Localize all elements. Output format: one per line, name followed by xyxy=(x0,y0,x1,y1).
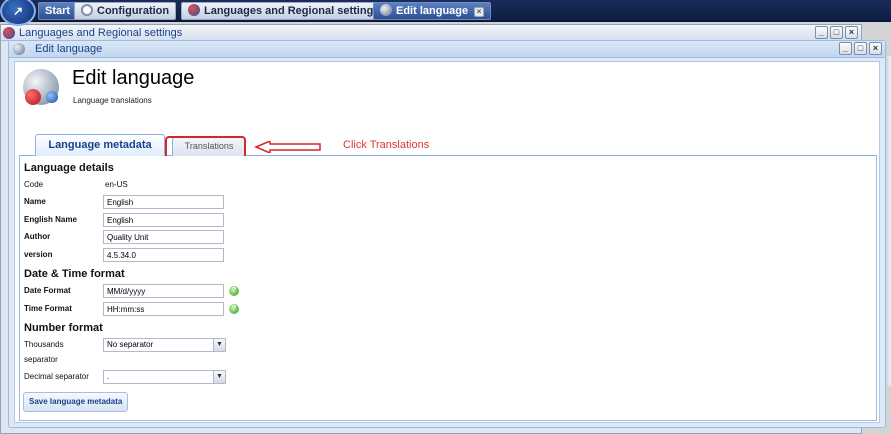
section-language-details: Language details xyxy=(24,162,114,174)
window-body: Edit language Language translations Lang… xyxy=(14,61,880,423)
tab-language-metadata[interactable]: Language metadata xyxy=(35,134,165,157)
edit-language-window: Edit language _ □ × Edit language Langua… xyxy=(8,40,886,428)
version-label: version xyxy=(24,250,53,259)
decimal-separator-select[interactable]: . ▼ xyxy=(103,370,226,384)
close-button[interactable]: × xyxy=(845,26,858,39)
section-number-format: Number format xyxy=(24,322,103,334)
save-language-metadata-button[interactable]: Save language metadata xyxy=(23,392,129,412)
decimal-separator-value: . xyxy=(107,372,110,381)
globe-icon xyxy=(3,27,15,39)
minimize-button[interactable]: _ xyxy=(839,42,852,55)
maximize-button[interactable]: □ xyxy=(854,42,867,55)
search-icon xyxy=(81,4,93,16)
help-icon[interactable]: ? xyxy=(229,304,239,314)
thousands-separator-value: No separator xyxy=(107,340,154,349)
chevron-down-icon[interactable]: ▼ xyxy=(213,371,225,383)
background-window-titlebar[interactable]: Languages and Regional settings _ □ × xyxy=(1,25,861,41)
tab-strip: Language metadata Translations xyxy=(19,134,877,157)
language-metadata-panel: Language details Code en-US Name English… xyxy=(19,156,877,421)
thousands-separator-select[interactable]: No separator ▼ xyxy=(103,338,226,352)
close-icon[interactable]: × xyxy=(474,7,485,17)
chevron-down-icon[interactable]: ▼ xyxy=(213,339,225,351)
background-window-title: Languages and Regional settings xyxy=(19,27,183,39)
date-format-label: Date Format xyxy=(24,286,71,295)
author-label: Author xyxy=(24,232,51,241)
thousands-separator-label-line2: separator xyxy=(24,355,58,364)
close-button[interactable]: × xyxy=(869,42,882,55)
window-title: Edit language xyxy=(35,43,103,55)
help-icon[interactable]: ? xyxy=(229,286,239,296)
arrow-icon xyxy=(254,141,321,153)
taskbar-item-edit-language[interactable]: Edit language × xyxy=(373,2,492,20)
time-format-label: Time Format xyxy=(24,304,72,313)
taskbar-item-configuration[interactable]: Configuration xyxy=(74,2,177,20)
language-settings-icon xyxy=(23,69,59,105)
edit-language-icon xyxy=(13,43,25,55)
time-format-field[interactable] xyxy=(103,302,224,316)
taskbar-item-label: Edit language xyxy=(396,5,469,17)
window-titlebar[interactable]: Edit language _ □ × xyxy=(9,41,885,58)
page-subtitle: Language translations xyxy=(73,96,152,105)
code-value: en-US xyxy=(105,180,128,189)
scrollbar-edge xyxy=(886,56,891,386)
name-label: Name xyxy=(24,197,46,206)
taskbar-item-label: Configuration xyxy=(97,5,170,17)
callout-text: Click Translations xyxy=(343,139,430,151)
english-name-field[interactable] xyxy=(103,213,224,227)
taskbar-item-languages[interactable]: Languages and Regional settings× xyxy=(181,2,403,20)
decimal-separator-label: Decimal separator xyxy=(24,372,89,381)
english-name-label: English Name xyxy=(24,215,77,224)
taskbar: ↗ Start Configuration Languages and Regi… xyxy=(0,0,891,26)
section-date-time-format: Date & Time format xyxy=(24,268,125,280)
thousands-separator-label: Thousands xyxy=(24,340,64,349)
start-label: Start xyxy=(45,5,71,17)
page-title: Edit language xyxy=(72,67,195,89)
maximize-button[interactable]: □ xyxy=(830,26,843,39)
date-format-field[interactable] xyxy=(103,284,224,298)
version-field[interactable] xyxy=(103,248,224,262)
minimize-button[interactable]: _ xyxy=(815,26,828,39)
code-label: Code xyxy=(24,180,44,189)
globe-icon xyxy=(188,4,200,16)
name-field[interactable] xyxy=(103,195,224,209)
author-field[interactable] xyxy=(103,230,224,244)
start-button[interactable]: Start xyxy=(38,2,78,20)
taskbar-item-label: Languages and Regional settings xyxy=(204,5,380,17)
edit-language-icon xyxy=(380,4,392,16)
app-logo[interactable]: ↗ xyxy=(0,0,36,26)
